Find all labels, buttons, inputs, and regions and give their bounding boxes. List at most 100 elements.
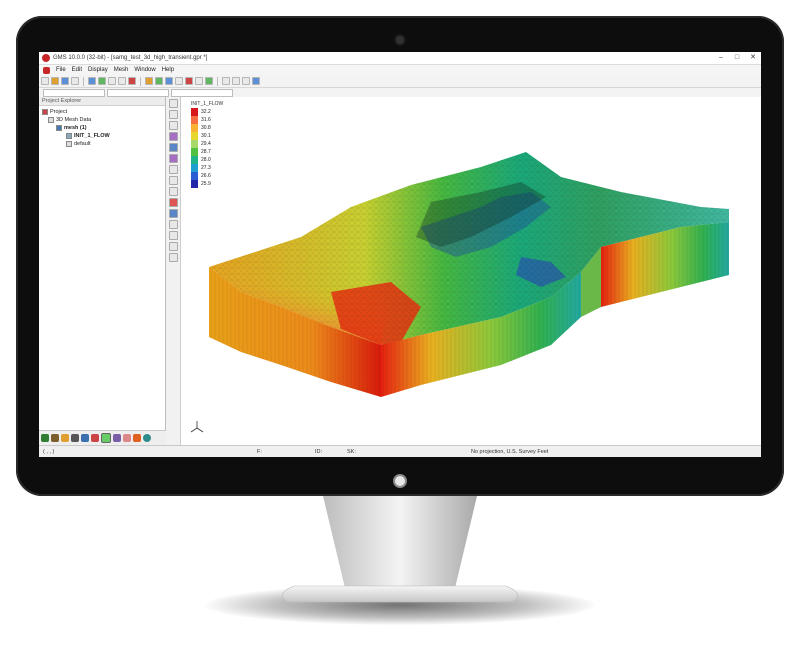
legend-row: 27.3 (191, 164, 223, 172)
menu-mesh[interactable]: Mesh (114, 67, 129, 73)
legend-row: 29.4 (191, 140, 223, 148)
map-module-icon[interactable] (133, 434, 141, 442)
menu-help[interactable]: Help (162, 67, 174, 73)
legend-swatch (191, 124, 198, 132)
gis-module-icon[interactable] (143, 434, 151, 442)
pan-tool-icon[interactable] (168, 220, 178, 229)
menu-bar: File Edit Display Mesh Window Help (39, 65, 761, 75)
axis-triad-icon (190, 421, 204, 433)
new-icon[interactable] (41, 77, 49, 85)
borehole-icon[interactable] (185, 77, 193, 85)
tree-item-label: Project (50, 109, 68, 115)
toolbar-separator (83, 76, 84, 86)
frame-icon[interactable] (98, 77, 106, 85)
project-explorer: Project Explorer Project 3D Mesh Data me… (39, 97, 167, 445)
rotate-tool-icon[interactable] (168, 121, 178, 130)
tree-item-init-1-flow[interactable]: INIT_1_FLOW (42, 132, 162, 140)
select-tool-icon[interactable] (168, 99, 178, 108)
contour-icon[interactable] (128, 77, 136, 85)
mesh3d-module-icon[interactable] (101, 433, 111, 443)
tree-item-mesh[interactable]: mesh (1) (42, 124, 162, 132)
open-icon[interactable] (51, 77, 59, 85)
grid-module-icon[interactable] (175, 77, 183, 85)
zoom-icon[interactable] (108, 77, 116, 85)
app-screen: GMS 10.0.0 (32-bit) - [samg_test_3d_high… (39, 52, 761, 457)
toolbar-separator (140, 76, 141, 86)
zoom-tool-icon[interactable] (168, 110, 178, 119)
mesh-3d-view (209, 152, 729, 397)
legend-swatch (191, 140, 198, 148)
boundary-icon[interactable] (168, 209, 178, 218)
menu-display[interactable]: Display (88, 67, 108, 73)
scatter-icon[interactable] (195, 77, 203, 85)
front-view-icon[interactable] (232, 77, 240, 85)
layer-icon[interactable] (168, 231, 178, 240)
select-element-icon[interactable] (168, 132, 178, 141)
plan-view-icon[interactable] (222, 77, 230, 85)
grid2d-module-icon[interactable] (81, 434, 89, 442)
window-title: GMS 10.0.0 (32-bit) - [samg_test_3d_high… (53, 55, 208, 61)
dataset-icon (66, 133, 72, 139)
legend-swatch (191, 148, 198, 156)
cross-section-icon[interactable] (168, 187, 178, 196)
tree-item-default[interactable]: default (42, 140, 162, 148)
close-button[interactable]: ✕ (748, 53, 758, 63)
scatter3d-module-icon[interactable] (123, 434, 131, 442)
solid-icon[interactable] (155, 77, 163, 85)
mesh-module-icon[interactable] (165, 77, 173, 85)
minimize-button[interactable]: – (716, 53, 726, 63)
legend-swatch (191, 156, 198, 164)
toolbar-separator (217, 76, 218, 86)
solid-module-icon[interactable] (61, 434, 69, 442)
menu-window[interactable]: Window (134, 67, 155, 73)
scatter2d-module-icon[interactable] (91, 434, 99, 442)
menu-file[interactable]: File (56, 67, 66, 73)
create-element-icon[interactable] (168, 165, 178, 174)
status-bar: ( , , ) F: ID: SK: No projection, U.S. S… (39, 445, 761, 457)
legend-label: 30.8 (201, 125, 211, 131)
tin-icon[interactable] (145, 77, 153, 85)
material-icon (66, 141, 72, 147)
tree-item-label: 3D Mesh Data (56, 117, 92, 123)
webcam-icon (396, 36, 404, 44)
legend-row: 26.6 (191, 172, 223, 180)
map-module-icon[interactable] (205, 77, 213, 85)
tree-item-label: mesh (1) (64, 125, 87, 131)
grid3d-module-icon[interactable] (113, 434, 121, 442)
tree-item-label: default (74, 141, 91, 147)
legend-label: 31.6 (201, 117, 211, 123)
select-node-icon[interactable] (168, 143, 178, 152)
legend-label: 28.7 (201, 149, 211, 155)
measure-icon[interactable] (168, 253, 178, 262)
tin-module-icon[interactable] (41, 434, 49, 442)
status-id: ID: (315, 449, 323, 455)
probe-icon[interactable] (168, 242, 178, 251)
side-view-icon[interactable] (242, 77, 250, 85)
legend-row: 28.7 (191, 148, 223, 156)
tree-item-project[interactable]: Project (42, 108, 162, 116)
oblique-view-icon[interactable] (252, 77, 260, 85)
dataset-combo[interactable] (43, 88, 105, 97)
timestep-combo[interactable] (107, 88, 169, 97)
rotate-icon[interactable] (118, 77, 126, 85)
tree-item-3d-mesh-data[interactable]: 3D Mesh Data (42, 116, 162, 124)
legend-row: 28.0 (191, 156, 223, 164)
create-node-icon[interactable] (168, 176, 178, 185)
borehole-module-icon[interactable] (51, 434, 59, 442)
legend-label: 32.2 (201, 109, 211, 115)
power-button-icon (393, 474, 407, 488)
print-icon[interactable] (71, 77, 79, 85)
display-options-icon[interactable] (88, 77, 96, 85)
project-tree: Project 3D Mesh Data mesh (1) INIT_1_FLO… (39, 106, 165, 150)
menu-edit[interactable]: Edit (72, 67, 82, 73)
graphics-window[interactable]: INIT_1_FLOW 32.2 31.6 30.8 30.1 29.4 28.… (181, 97, 761, 445)
select-face-icon[interactable] (168, 154, 178, 163)
layer-combo[interactable] (171, 88, 233, 97)
status-f: F: (257, 449, 262, 455)
legend-row: 31.6 (191, 116, 223, 124)
maximize-button[interactable]: □ (732, 53, 742, 63)
save-icon[interactable] (61, 77, 69, 85)
mesh2d-module-icon[interactable] (71, 434, 79, 442)
legend-row: 30.8 (191, 124, 223, 132)
drape-icon[interactable] (168, 198, 178, 207)
